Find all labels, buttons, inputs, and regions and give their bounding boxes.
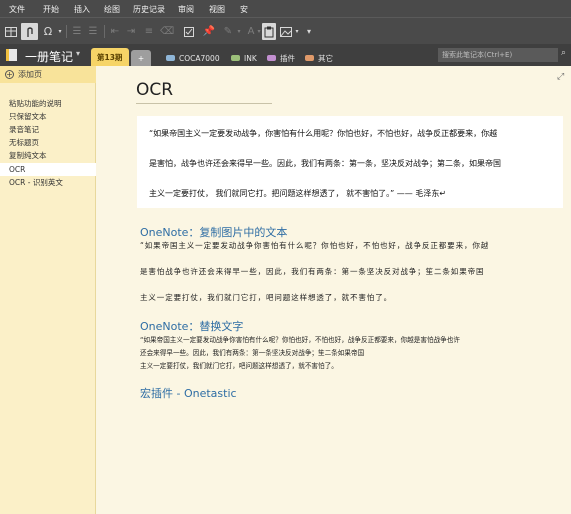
add-page-label: 添加页: [18, 70, 42, 79]
section-tab-other[interactable]: 其它: [299, 50, 339, 66]
section-tab-coca[interactable]: COCA7000: [160, 50, 226, 66]
notebook-name[interactable]: 一册笔记: [25, 48, 73, 65]
menu-view[interactable]: 视图: [209, 4, 225, 15]
page-item[interactable]: OCR - 识别英文: [0, 176, 96, 189]
replaced-text-line[interactable]: “如果帝国主义一定要发动战争你害怕有什么呢？你怕也好，不怕也好，战争反正都要来，…: [140, 334, 460, 344]
indent-icon[interactable]: ⇥: [124, 23, 138, 40]
replaced-text-line[interactable]: 还会来得早一些。因此，我们有两条：第一条坚决反对战争；笙二条如果帝国: [140, 347, 364, 357]
insert-picture-icon[interactable]: [279, 23, 293, 40]
quote-line: “如果帝国主义一定要发动战争，你害怕有什么用呢？你怕也好，不怕也好，战争反正都要…: [149, 129, 498, 138]
section-color-icon: [166, 55, 175, 61]
quote-block[interactable]: “如果帝国主义一定要发动战争，你害怕有什么用呢？你怕也好，不怕也好，战争反正都要…: [137, 116, 563, 208]
lasso-select-icon[interactable]: [21, 23, 38, 40]
ribbon-toolbar: Ω ▾ ☰ ☰ ⇤ ⇥ ≡ ⌫ 📌 ✎ ▾ A ▾ ▾ ▾: [0, 17, 571, 44]
menu-review[interactable]: 审阅: [178, 4, 194, 15]
section-color-icon: [267, 55, 276, 61]
section-heading-replace-text[interactable]: OneNote：替换文字: [140, 318, 243, 334]
chevron-down-icon[interactable]: ▾: [293, 23, 301, 40]
clear-format-icon[interactable]: ⌫: [160, 23, 174, 40]
section-color-icon: [231, 55, 240, 61]
menu-insert[interactable]: 插入: [74, 4, 90, 15]
toolbar-more-icon[interactable]: ▾: [302, 23, 316, 40]
add-section-button[interactable]: +: [131, 50, 151, 66]
section-heading-copy-text[interactable]: OneNote：复制图片中的文本: [140, 224, 287, 240]
checkbox-tag-icon[interactable]: [183, 23, 195, 40]
ocr-text-line[interactable]: 主义一定要打仗，我们就门它打，吧问题这样想透了，就不害怕了。: [140, 292, 392, 303]
chevron-down-icon[interactable]: ▾: [76, 49, 80, 58]
section-tab-label: COCA7000: [179, 53, 220, 63]
outdent-icon[interactable]: ⇤: [108, 23, 122, 40]
add-page-button[interactable]: + 添加页: [0, 66, 96, 83]
table-icon[interactable]: [2, 23, 20, 40]
notebook-bar: 一册笔记 ▾ 第13期 + COCA7000 INK 插件 其它 搜索此笔记本(…: [0, 44, 571, 66]
menu-home[interactable]: 开始: [43, 4, 59, 15]
page-item[interactable]: 粘贴功能的说明: [0, 97, 96, 110]
ocr-text-line[interactable]: 是害怕战争也许还会来得早一些，因此，我们有两条：第一条坚决反对战争；笙二条如果帝…: [140, 266, 484, 277]
add-section-label: +: [137, 53, 145, 63]
page-item[interactable]: 复制纯文本: [0, 149, 96, 162]
quote-line: 主义一定要打仗， 我们就同它打。把问题这样想透了， 就不害怕了。” —— 毛泽东…: [149, 189, 447, 198]
section-tab-ink[interactable]: INK: [225, 50, 263, 66]
replaced-text-line[interactable]: 主义一定要打仗，我们就门它打，吧问题这样想透了，就不害怕了。: [140, 360, 338, 370]
search-icon[interactable]: ⌕: [561, 48, 566, 58]
page-item[interactable]: 无标题页: [0, 136, 96, 149]
menu-draw[interactable]: 绘图: [104, 4, 120, 15]
page-list: + 添加页 粘贴功能的说明 只保留文本 录音笔记 无标题页 复制纯文本 OCR …: [0, 66, 96, 514]
menu-history[interactable]: 历史记录: [133, 4, 165, 15]
paste-clipboard-icon[interactable]: [262, 23, 276, 40]
section-tab-label: 第13期: [97, 52, 123, 62]
ocr-text-line[interactable]: “如果帝国主义一定要发动战争你害怕有什么呢？你怕也好，不怕也好，战争反正都要来，…: [140, 240, 489, 251]
ribbon-menu-bar: 文件 开始 插入 绘图 历史记录 审阅 视图 安: [0, 0, 571, 17]
menu-file[interactable]: 文件: [9, 4, 25, 15]
pin-icon[interactable]: 📌: [203, 23, 215, 40]
search-input[interactable]: 搜索此笔记本(Ctrl+E): [438, 48, 558, 62]
section-tab-label: INK: [244, 53, 257, 63]
page-item[interactable]: 录音笔记: [0, 123, 96, 136]
page-item-selected[interactable]: OCR: [0, 163, 96, 176]
expand-icon[interactable]: ⤢: [557, 72, 564, 82]
align-icon[interactable]: ≡: [142, 23, 156, 40]
plus-icon: +: [5, 70, 14, 79]
notebook-icon[interactable]: [6, 49, 17, 61]
chevron-down-icon[interactable]: ▾: [235, 23, 243, 40]
section-heading-onetastic[interactable]: 宏插件 - Onetastic: [140, 385, 237, 401]
page-item[interactable]: 只保留文本: [0, 110, 96, 123]
page-title[interactable]: OCR: [136, 80, 173, 100]
omega-symbol-icon[interactable]: Ω: [40, 23, 56, 40]
chevron-down-icon[interactable]: ▾: [56, 23, 64, 40]
section-color-icon: [305, 55, 314, 61]
section-tab-active[interactable]: 第13期: [91, 48, 129, 66]
title-divider: [136, 103, 272, 104]
bullet-list-icon[interactable]: ☰: [70, 23, 84, 40]
section-tab-plugins[interactable]: 插件: [261, 50, 301, 66]
section-tab-label: 其它: [318, 53, 333, 63]
menu-more[interactable]: 安: [240, 4, 248, 15]
quote-line: 是害怕，战争也许还会来得早一些。因此，我们有两条：第一条，坚决反对战争；第二条，…: [149, 159, 501, 168]
section-tab-label: 插件: [280, 53, 295, 63]
numbered-list-icon[interactable]: ☰: [86, 23, 100, 40]
highlighter-icon[interactable]: ✎: [221, 23, 235, 40]
